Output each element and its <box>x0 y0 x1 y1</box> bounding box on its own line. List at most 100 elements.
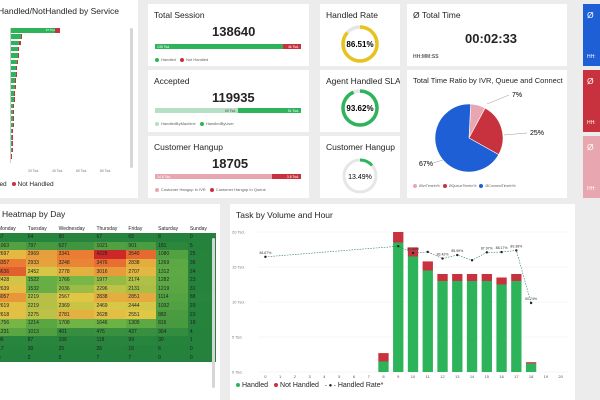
service-bar-not-handled <box>15 78 16 83</box>
heatmap-cell: 4 <box>0 353 26 362</box>
legend-not-handled: Not Handled <box>280 382 319 389</box>
accepted-card: Accepted 119935 69 Tsd. 51 Tsd. HandledB… <box>148 70 309 132</box>
accepted-bar: 69 Tsd. 51 Tsd. <box>155 108 301 113</box>
bar-not-handled <box>452 274 463 281</box>
service-bar <box>11 46 20 52</box>
bar-handled <box>466 281 478 372</box>
service-bar <box>11 65 17 71</box>
service-bar <box>11 122 13 127</box>
heatmap-cell: 1532 <box>25 284 57 294</box>
bar-not-handled <box>511 274 522 281</box>
heatmap-cell: 901 <box>126 241 157 251</box>
bar-handled <box>452 281 463 372</box>
rate-label: 50.74% <box>525 297 537 301</box>
accepted-legend: HandledByMachine HandledByUser <box>155 121 234 126</box>
service-bar <box>11 141 13 146</box>
service-bar-handled <box>11 53 18 58</box>
heatmap-column-header: Monday <box>0 225 16 232</box>
heatmap-cell: 1013 <box>25 327 57 337</box>
heatmap-cell: 437 <box>126 327 157 337</box>
ratio-pie: 67% 7% 25% <box>419 92 544 173</box>
y-tick-label: 10 Tsd. <box>232 300 245 305</box>
heatmap-cell: 2275 <box>25 310 57 319</box>
bar-not-handled <box>496 277 507 285</box>
rate-label: 85.99% <box>451 249 463 253</box>
x-tick-label: 12 <box>440 374 445 379</box>
customer-hangup-gauge-card: Customer Hangup 13.49% <box>320 136 400 198</box>
heatmap-cell: 2628 <box>94 310 127 319</box>
service-bar <box>11 109 14 115</box>
rate-label: 88.17% <box>496 246 508 250</box>
service-scrollbar[interactable] <box>130 28 133 168</box>
heatmap-cell: 2452 <box>25 267 57 276</box>
heatmap-cell: 797 <box>25 241 57 251</box>
legend-handled: led <box>0 181 7 188</box>
heatmap-cell: 0 <box>156 353 188 362</box>
heatmap-cell: 2036 <box>56 284 95 294</box>
heatmap-cell: 3540 <box>126 250 157 259</box>
heatmap-cell: 2933 <box>25 258 57 268</box>
heatmap-cell: 364 <box>156 327 188 337</box>
x-tick-label: 7 <box>368 374 371 379</box>
right-tile-red: Ø HH: <box>583 70 600 132</box>
bar-handled <box>378 361 389 372</box>
handled-rate-ring: 86.51% <box>341 25 379 63</box>
service-bar-handled <box>11 40 20 46</box>
heatmap-row: 676480676580 <box>0 233 216 242</box>
service-bar <box>11 78 16 83</box>
x-tick-label: 11 <box>426 374 431 379</box>
heatmap-cell: 2851 <box>126 293 157 302</box>
heatmap-row: 4257700 <box>0 353 216 362</box>
rate-point <box>529 301 533 305</box>
heatmap-cell: 3357 <box>0 258 26 268</box>
heatmap-column-header: Thursday <box>96 225 118 232</box>
heatmap-cell: 2219 <box>25 301 57 311</box>
bar-machine: 69 Tsd. <box>155 108 239 113</box>
bar-not-handled <box>481 274 492 281</box>
x-tick-label: 9 <box>397 374 400 379</box>
heatmap-cell: 2838 <box>94 293 127 302</box>
heatmap-cell: 3016 <box>94 267 127 276</box>
heatmap-column-header: Friday <box>128 225 143 232</box>
heatmap-card: Heatmap by Day Monday Tuesday Wednesday Thu… <box>0 204 220 400</box>
service-card: Handled/NotHandled by Service 37 Tsd. 20… <box>0 0 138 198</box>
heatmap-cell: 882 <box>156 310 188 319</box>
service-axis-tick: 80 Tsd. <box>100 169 112 173</box>
service-bar <box>11 53 19 58</box>
bar-handled <box>437 281 448 372</box>
heatmap-row: 1756121417081646130581618 <box>0 318 216 328</box>
heatmap-cell: 67 <box>94 233 127 242</box>
legend-not-handled: Not Handled <box>17 181 54 188</box>
heatmap-title: Heatmap by Day <box>2 209 66 219</box>
ratio-legend: ØIvrTimeIn% ØQueueTimeIn% ØConnectTimeIn… <box>413 184 516 189</box>
heatmap-cell: 476 <box>94 327 127 337</box>
rate-point <box>485 251 489 254</box>
total-session-title: Total Session <box>154 10 205 20</box>
bar-not-handled: 4k Tsd. <box>283 44 301 49</box>
heatmap-cell: 2131 <box>126 284 157 294</box>
service-bar <box>11 128 13 134</box>
heatmap-cell: 1756 <box>0 318 26 328</box>
heatmap-cell: 30 <box>25 344 57 354</box>
service-axis-tick: 60 Tsd. <box>76 169 88 173</box>
heatmap-scrollbar[interactable] <box>212 238 215 388</box>
right-tile-blue: Ø HH: <box>583 4 600 66</box>
heatmap-cell: 3476 <box>94 258 127 268</box>
heatmap-cell: 1708 <box>56 318 95 328</box>
service-bar <box>11 147 12 153</box>
heatmap-cell: 2619 <box>0 301 26 311</box>
agent-sla-ring: 93.62% <box>341 89 379 127</box>
bar-not-handled <box>393 232 404 243</box>
accepted-title: Accepted <box>154 76 190 86</box>
service-bar <box>11 116 14 121</box>
bar-not-handled <box>422 261 433 271</box>
heatmap-cell: 2551 <box>126 310 157 319</box>
service-bar-not-handled <box>16 65 17 71</box>
service-axis: 20 Tsd. 40 Tsd. 60 Tsd. 80 Tsd. <box>10 169 130 175</box>
customer-hangup-value: 18705 <box>212 156 249 171</box>
service-bars: 37 Tsd. <box>10 28 131 163</box>
legend-handled-rate: Handled Rate* <box>337 382 384 389</box>
rate-point <box>426 250 429 254</box>
bar-handled <box>511 281 522 372</box>
x-tick-label: 15 <box>485 374 490 379</box>
